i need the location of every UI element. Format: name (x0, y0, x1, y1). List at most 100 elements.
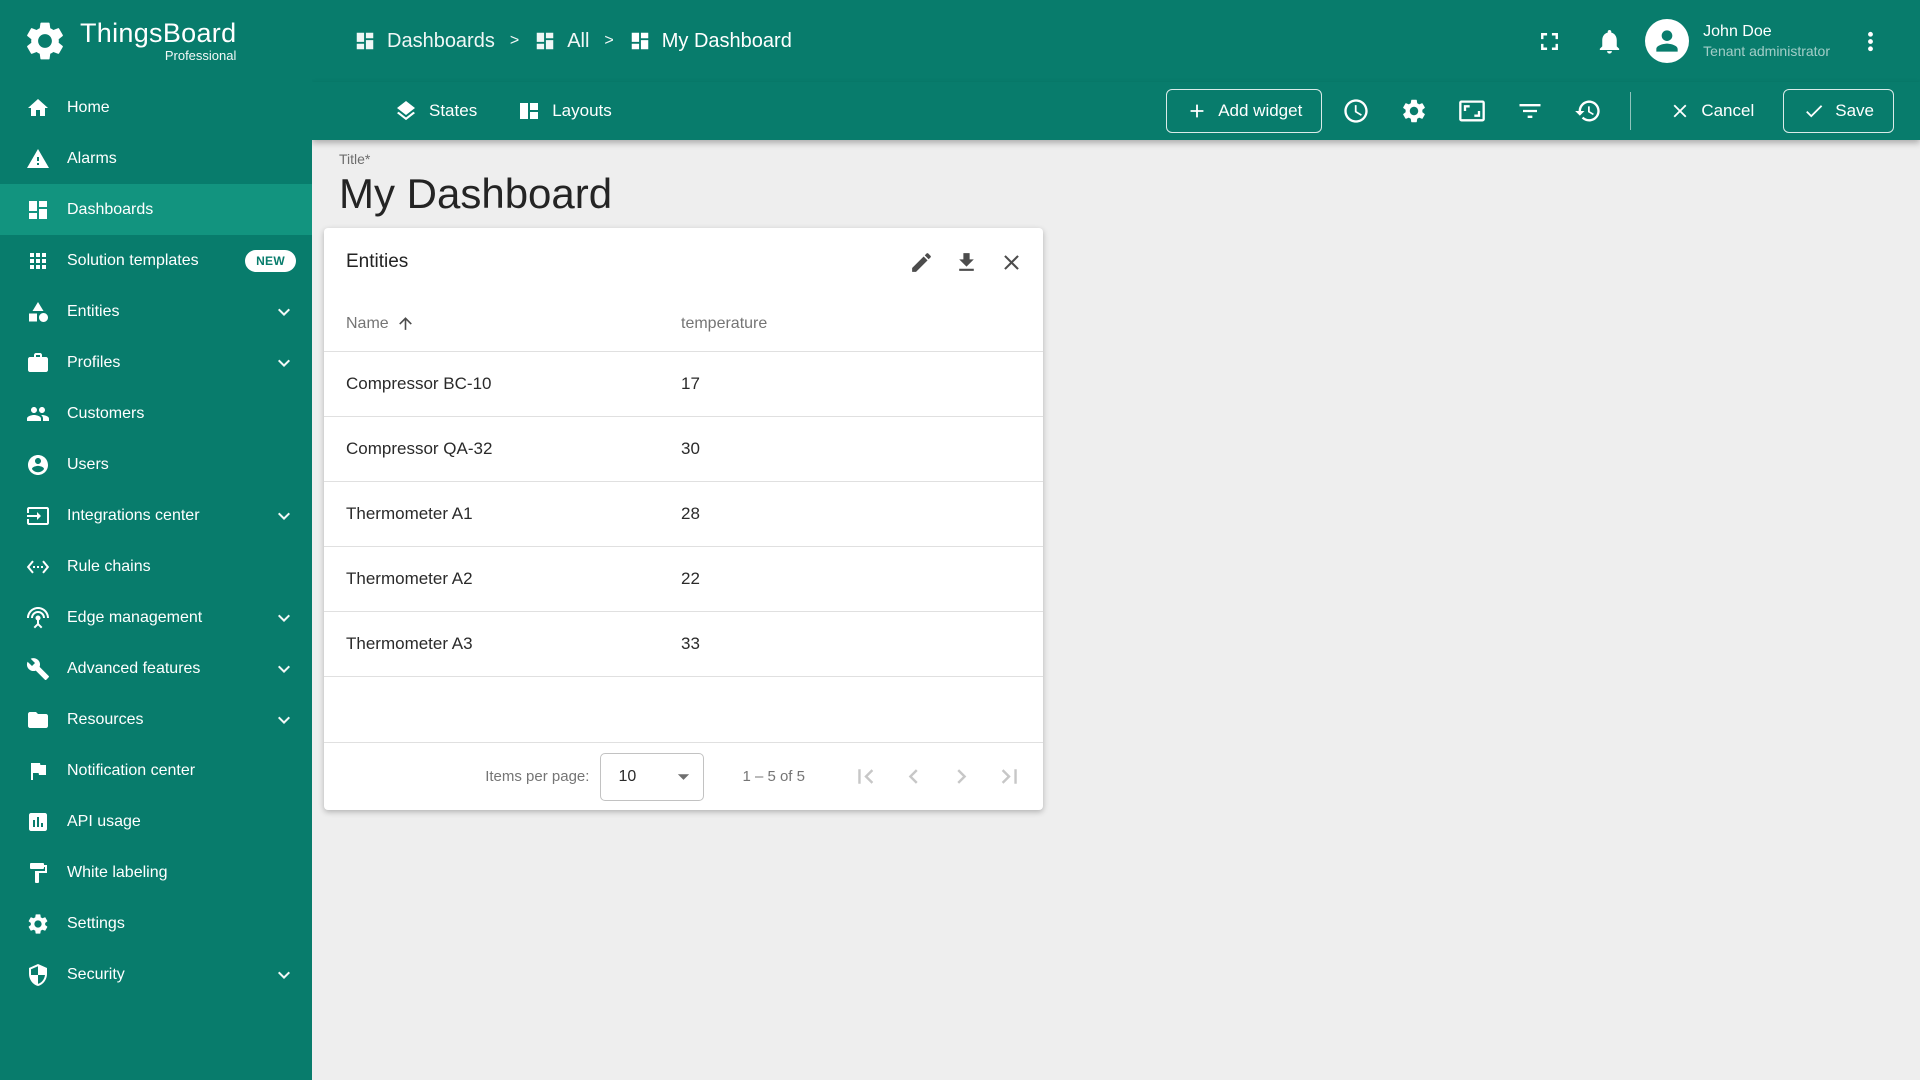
breadcrumb-item-all[interactable]: All (534, 30, 589, 53)
sidebar-item-label: Integrations center (67, 506, 200, 524)
sidebar-item-label: Entities (67, 302, 120, 320)
chevron-down-icon (272, 351, 296, 375)
toolbar-left: States Layouts (394, 99, 612, 123)
items-per-page-select[interactable]: 10 (600, 752, 705, 801)
sidebar-item-label: Rule chains (67, 557, 151, 575)
sidebar-item-resources[interactable]: Resources (0, 694, 312, 745)
filter-icon (1519, 104, 1541, 118)
breadcrumb: Dashboards > All > My Dashboard (354, 30, 792, 53)
sidebar-item-integrations-center[interactable]: Integrations center (0, 490, 312, 541)
layouts-label: Layouts (552, 101, 612, 120)
sidebar-item-customers[interactable]: Customers (0, 388, 312, 439)
plus-icon (1190, 104, 1204, 118)
table-row[interactable]: Thermometer A3 33 (324, 612, 1043, 678)
save-button[interactable]: Save (1783, 89, 1894, 133)
download-widget-button[interactable] (947, 243, 985, 281)
user-avatar[interactable] (1645, 19, 1690, 63)
sidebar-item-notification-center[interactable]: Notification center (0, 745, 312, 796)
add-widget-button[interactable]: Add widget (1166, 89, 1323, 133)
user-menu-button[interactable] (1846, 17, 1894, 65)
sidebar-item-label: White labeling (67, 863, 168, 881)
column-header-name[interactable]: Name (346, 314, 681, 333)
user-role: Tenant administrator (1703, 43, 1830, 60)
manage-layouts-button[interactable] (1447, 87, 1496, 136)
cell-temperature: 22 (681, 569, 700, 589)
sidebar: ThingsBoard Professional Home Alarms Das… (0, 0, 312, 1080)
logo-subtitle: Professional (164, 48, 237, 64)
layouts-icon (520, 103, 539, 119)
thingsboard-app: ThingsBoard Professional Home Alarms Das… (0, 0, 1920, 1080)
cell-name: Compressor BC-10 (346, 374, 492, 394)
resources-icon (26, 708, 50, 732)
widget-actions (902, 243, 1030, 281)
dashboard-settings-button[interactable] (1389, 87, 1438, 136)
sidebar-menu: Home Alarms Dashboards Solution template… (0, 82, 312, 1080)
table-row[interactable]: Thermometer A1 28 (324, 482, 1043, 548)
widget-header: Entities (324, 228, 1043, 296)
remove-widget-button[interactable] (992, 243, 1030, 281)
dashboards-icon (629, 30, 651, 52)
items-per-page-value: 10 (618, 767, 637, 785)
sidebar-item-security[interactable]: Security (0, 949, 312, 1000)
table-row[interactable]: Compressor QA-32 30 (324, 417, 1043, 483)
time-window-button[interactable] (1331, 87, 1380, 136)
sidebar-item-settings[interactable]: Settings (0, 898, 312, 949)
thingsboard-logo[interactable]: ThingsBoard Professional (0, 0, 312, 82)
sidebar-item-white-labeling[interactable]: White labeling (0, 847, 312, 898)
table-row[interactable]: Thermometer A2 22 (324, 547, 1043, 613)
cell-name: Compressor QA-32 (346, 439, 493, 459)
sidebar-item-edge-management[interactable]: Edge management (0, 592, 312, 643)
home-icon (26, 96, 50, 120)
pagination-range: 1 – 5 of 5 (742, 768, 805, 786)
table-header-row: Name temperature (324, 296, 1043, 353)
dashboard-title-field[interactable]: Title* My Dashboard (339, 151, 1920, 219)
first-page-button[interactable] (841, 753, 889, 801)
time-window-icon (1344, 99, 1368, 123)
users-icon (26, 453, 50, 477)
sidebar-item-label: Profiles (67, 353, 121, 371)
sidebar-item-label: Home (67, 98, 110, 116)
more-vert-icon (1867, 31, 1873, 51)
widget-title: Entities (346, 251, 409, 273)
sidebar-item-label: Notification center (67, 761, 196, 779)
entities-widget[interactable]: Entities Name temperature Compressor BC-… (324, 228, 1043, 811)
sidebar-item-profiles[interactable]: Profiles (0, 337, 312, 388)
fullscreen-button[interactable] (1525, 17, 1573, 65)
filter-button[interactable] (1505, 87, 1554, 136)
sort-ascending-icon (396, 314, 415, 333)
sidebar-item-api-usage[interactable]: API usage (0, 796, 312, 847)
sidebar-item-entities[interactable]: Entities (0, 286, 312, 337)
sidebar-item-solution-templates[interactable]: Solution templates NEW (0, 235, 312, 286)
breadcrumb-separator: > (509, 32, 520, 49)
edit-widget-button[interactable] (902, 243, 940, 281)
version-history-button[interactable] (1563, 87, 1612, 136)
states-button[interactable]: States (394, 99, 477, 123)
header-actions: John Doe Tenant administrator (1525, 17, 1894, 65)
notifications-button[interactable] (1585, 17, 1633, 65)
cancel-button[interactable]: Cancel (1649, 89, 1774, 133)
white-labeling-icon (26, 861, 50, 885)
apps-icon (26, 249, 50, 273)
next-page-button[interactable] (937, 753, 985, 801)
last-page-icon (1001, 769, 1017, 784)
sidebar-item-rule-chains[interactable]: Rule chains (0, 541, 312, 592)
previous-page-button[interactable] (889, 753, 937, 801)
table-row[interactable]: Compressor BC-10 17 (324, 352, 1043, 418)
column-label: Name (346, 314, 389, 332)
sidebar-item-dashboards[interactable]: Dashboards (0, 184, 312, 235)
sidebar-item-users[interactable]: Users (0, 439, 312, 490)
sidebar-item-alarms[interactable]: Alarms (0, 133, 312, 184)
last-page-button[interactable] (985, 753, 1033, 801)
edit-icon (911, 252, 931, 272)
sidebar-item-home[interactable]: Home (0, 82, 312, 133)
dashboard-title[interactable]: My Dashboard (339, 168, 1920, 219)
layouts-button[interactable]: Layouts (517, 99, 612, 123)
breadcrumb-item-my-dashboard[interactable]: My Dashboard (629, 30, 792, 53)
sidebar-item-advanced-features[interactable]: Advanced features (0, 643, 312, 694)
sidebar-item-label: Dashboards (67, 200, 154, 218)
sidebar-item-label: Solution templates (67, 251, 199, 269)
column-header-temperature[interactable]: temperature (681, 315, 1021, 333)
security-icon (26, 963, 50, 987)
breadcrumb-item-dashboards[interactable]: Dashboards (354, 30, 495, 53)
cell-temperature: 28 (681, 504, 700, 524)
